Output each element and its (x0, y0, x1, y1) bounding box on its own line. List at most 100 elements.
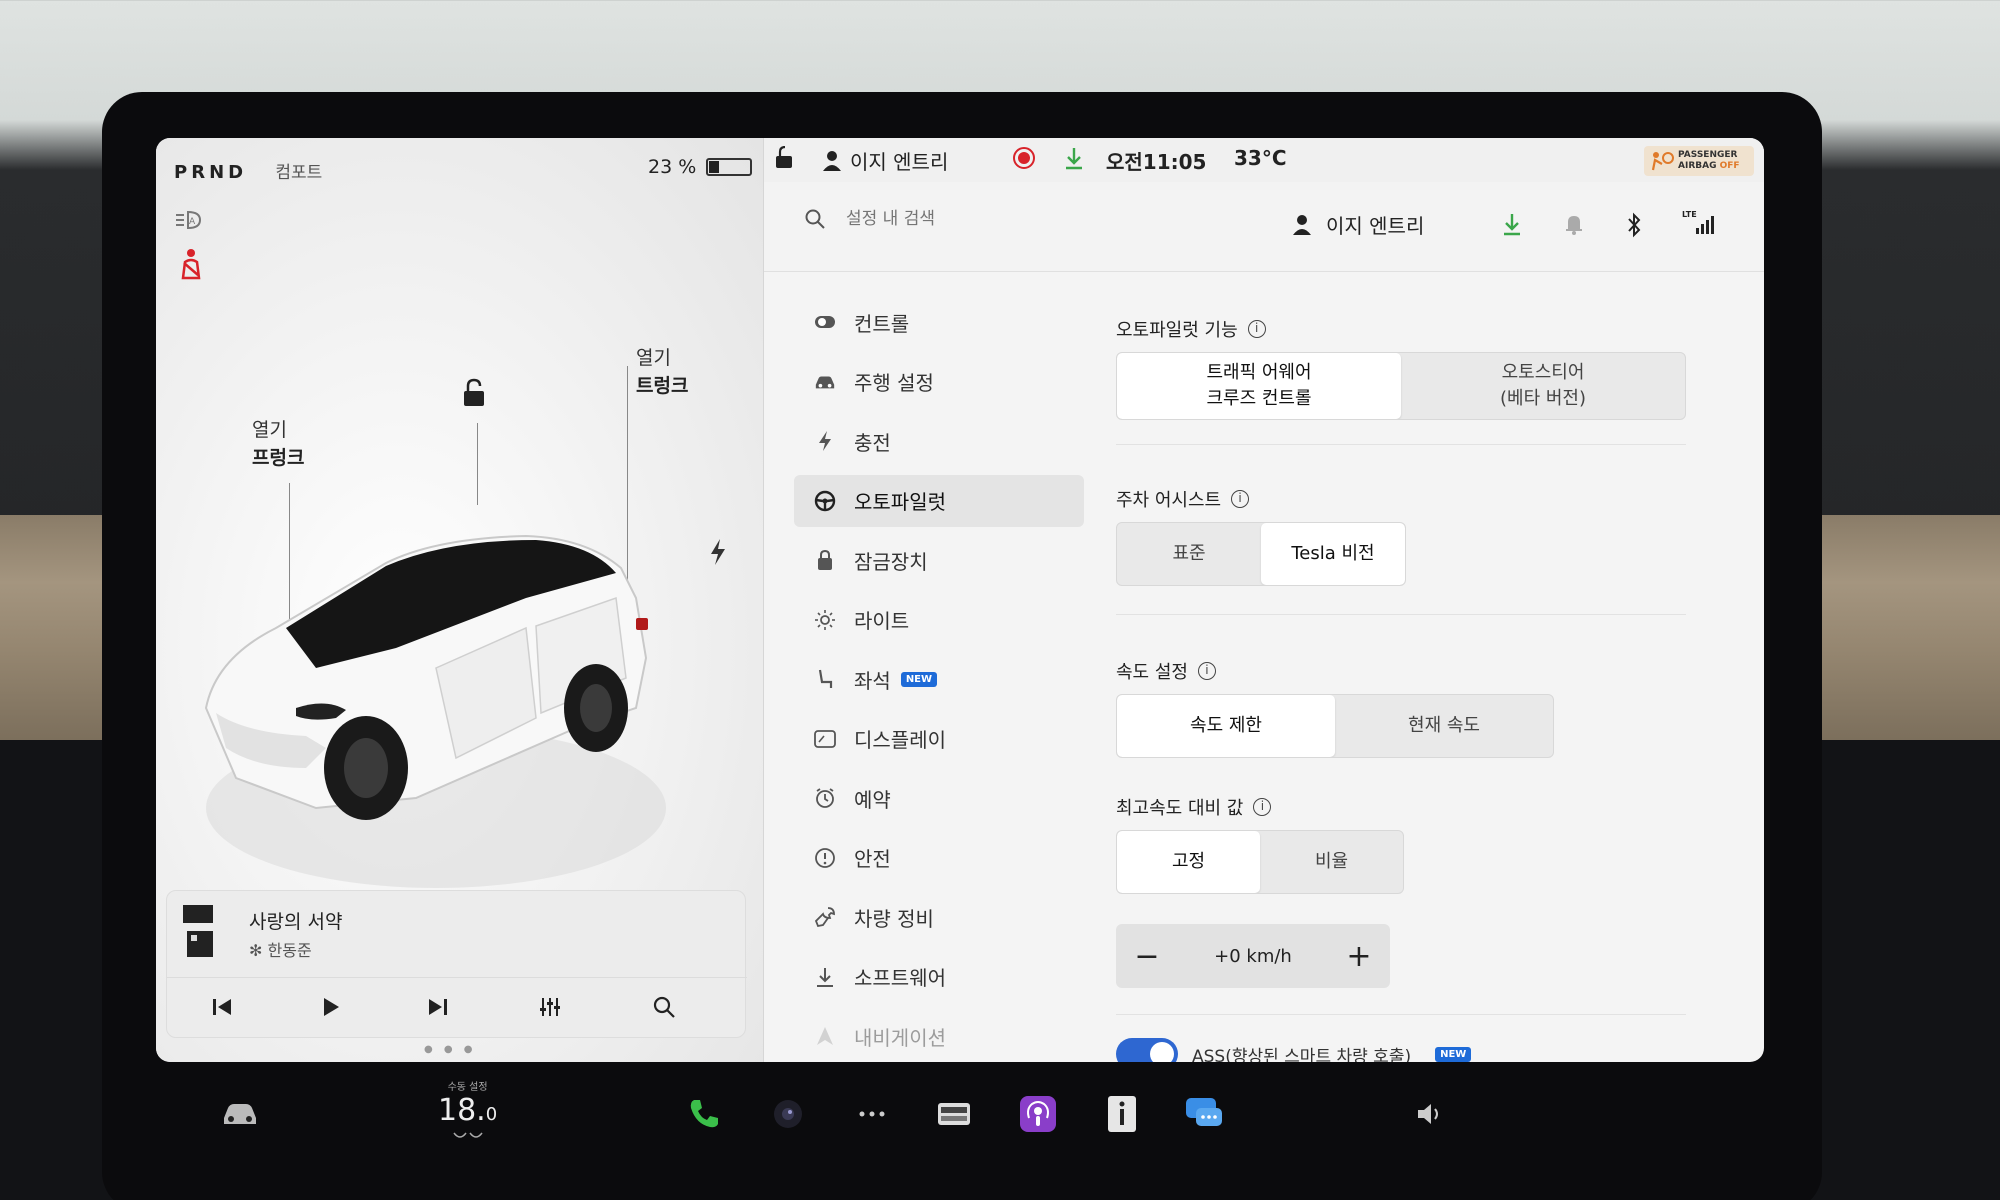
autopilot-features-title-text: 오토파일럿 기능 (1116, 320, 1238, 341)
camera-app-icon[interactable] (766, 1092, 810, 1136)
play-icon[interactable] (317, 994, 343, 1020)
sidebar-item-label: 오토파일럿 (854, 490, 946, 514)
info-icon[interactable]: i (1247, 320, 1266, 338)
info-icon[interactable]: i (1197, 662, 1216, 680)
speed-limit-option[interactable]: 속도 제한 (1117, 695, 1335, 757)
frunk-label-top: 열기 (252, 419, 287, 441)
trunk-open-label[interactable]: 열기 트렁크 (636, 344, 688, 400)
software-update-download-icon[interactable] (1064, 146, 1084, 170)
owners-manual-icon[interactable] (1100, 1092, 1144, 1136)
dashcam-viewer-icon[interactable] (932, 1092, 976, 1136)
trunk-label-bottom: 트렁크 (636, 375, 689, 397)
autopilot-features-title: 오토파일럿 기능 i (1116, 316, 1266, 342)
autosteer-option[interactable]: 오토스티어 (베타 버전) (1401, 353, 1685, 419)
previous-track-icon[interactable] (209, 994, 235, 1020)
section-divider (1116, 444, 1686, 445)
next-track-icon[interactable] (425, 994, 451, 1020)
equalizer-icon[interactable] (537, 994, 563, 1020)
bluetooth-icon[interactable] (1624, 212, 1646, 238)
sidebar-item-7[interactable]: 디스플레이 (794, 713, 1084, 765)
temperature-integer: 18. (438, 1093, 486, 1128)
toggle-icon (814, 311, 836, 333)
clock: 오전11:05 (1106, 150, 1207, 174)
sidebar-item-0[interactable]: 컨트롤 (794, 296, 1084, 348)
battery-status: 23 % (648, 156, 753, 178)
airbag-line1: PASSENGER (1678, 150, 1738, 160)
offset-fixed-option[interactable]: 고정 (1117, 831, 1260, 893)
sidebar-item-10[interactable]: 차량 정비 (794, 891, 1084, 943)
park-tesla-vision-option[interactable]: Tesla 비전 (1261, 523, 1405, 585)
section-divider (1116, 614, 1686, 615)
auto-headlights-icon[interactable]: A (174, 208, 208, 232)
podcasts-icon[interactable] (1016, 1092, 1060, 1136)
sidebar-item-11[interactable]: 소프트웨어 (794, 951, 1084, 1003)
sidebar-item-label: 안전 (854, 847, 891, 871)
settings-search[interactable] (804, 208, 1146, 230)
frunk-open-label[interactable]: 열기 프렁크 (252, 416, 304, 472)
notification-bell-icon[interactable] (1564, 212, 1586, 238)
offset-percentage-option[interactable]: 비율 (1260, 831, 1403, 893)
car-icon (814, 371, 836, 393)
sidebar-item-3[interactable]: 오토파일럿 (794, 474, 1084, 527)
sidebar-item-5[interactable]: 라이트 (794, 594, 1084, 646)
track-artist: ✻ 한동준 (249, 937, 312, 961)
tacc-line1: 트래픽 어웨어 (1206, 362, 1312, 383)
topbar-profile-name: 이지 엔트리 (850, 150, 949, 174)
increase-offset-button[interactable]: + (1344, 939, 1374, 974)
sidebar-item-label: 좌석 (854, 668, 891, 693)
media-player: 사랑의 서약 ✻ 한동준 (166, 890, 747, 1038)
unlock-icon[interactable] (461, 378, 487, 408)
download-icon (814, 966, 836, 988)
phone-icon[interactable] (682, 1092, 726, 1136)
dashcam-record-icon[interactable] (1012, 146, 1036, 170)
sidebar-item-4[interactable]: 잠금장치 (794, 534, 1084, 586)
climate-temperature[interactable]: 수동 설정 18.0 (438, 1078, 497, 1147)
decrease-offset-button[interactable]: − (1132, 939, 1162, 974)
charge-port-bolt-icon[interactable] (708, 538, 728, 566)
more-apps-icon[interactable] (850, 1092, 894, 1136)
sidebar-item-8[interactable]: 예약 (794, 772, 1084, 824)
door-unlock-toggle-icon[interactable] (774, 146, 796, 170)
info-icon[interactable]: i (1253, 798, 1272, 816)
sidebar-item-12[interactable]: 내비게이션 (794, 1010, 1084, 1062)
profile-icon (823, 150, 841, 171)
driver-profile-button[interactable]: 이지 엔트리 (822, 146, 948, 175)
gear-r: R (191, 162, 210, 183)
airbag-state: OFF (1719, 161, 1740, 171)
sidebar-item-label: 내비게이션 (854, 1025, 946, 1050)
current-speed-option[interactable]: 현재 속도 (1335, 695, 1553, 757)
gear-p: P (174, 162, 192, 183)
ass-toggle[interactable] (1116, 1038, 1178, 1062)
header-profile-button[interactable]: 이지 엔트리 (1292, 210, 1424, 239)
park-standard-option[interactable]: 표준 (1117, 523, 1261, 585)
messages-icon[interactable] (1182, 1092, 1226, 1136)
volume-icon[interactable] (1408, 1092, 1452, 1136)
media-search-icon[interactable] (651, 994, 677, 1020)
header-download-icon[interactable] (1502, 212, 1524, 238)
info-icon[interactable]: i (1231, 490, 1250, 508)
display-icon (814, 728, 836, 750)
speed-offset-title: 최고속도 대비 값 i (1116, 794, 1272, 820)
settings-header: 이지 엔트리 LTE (764, 182, 1764, 272)
speed-offset-title-text: 최고속도 대비 값 (1116, 798, 1244, 819)
sidebar-item-2[interactable]: 충전 (794, 415, 1084, 467)
navigation-icon (814, 1025, 836, 1047)
sidebar-item-1[interactable]: 주행 설정 (794, 356, 1084, 408)
car-controls-icon[interactable] (218, 1092, 262, 1136)
search-input[interactable] (846, 209, 1146, 229)
sidebar-item-6[interactable]: 좌석 NEW (794, 653, 1084, 705)
media-controls (167, 977, 747, 1035)
lock-icon (814, 549, 836, 571)
album-art-icon[interactable] (179, 905, 219, 965)
sidebar-item-label: 충전 (854, 430, 891, 455)
sidebar-item-label: 차량 정비 (854, 906, 934, 931)
svg-text:A: A (189, 217, 196, 227)
speed-setting-title: 속도 설정 i (1116, 658, 1216, 684)
ass-new-badge: NEW (1435, 1046, 1472, 1062)
sidebar-item-9[interactable]: 안전 (794, 832, 1084, 884)
alert-circle-icon (814, 847, 836, 869)
traffic-aware-cruise-option[interactable]: 트래픽 어웨어 크루즈 컨트롤 (1117, 353, 1401, 419)
autosteer-line1: 오토스티어 (1501, 362, 1585, 383)
sidebar-item-label: 라이트 (854, 609, 910, 633)
speed-setting-selector: 속도 제한 현재 속도 (1116, 694, 1554, 758)
